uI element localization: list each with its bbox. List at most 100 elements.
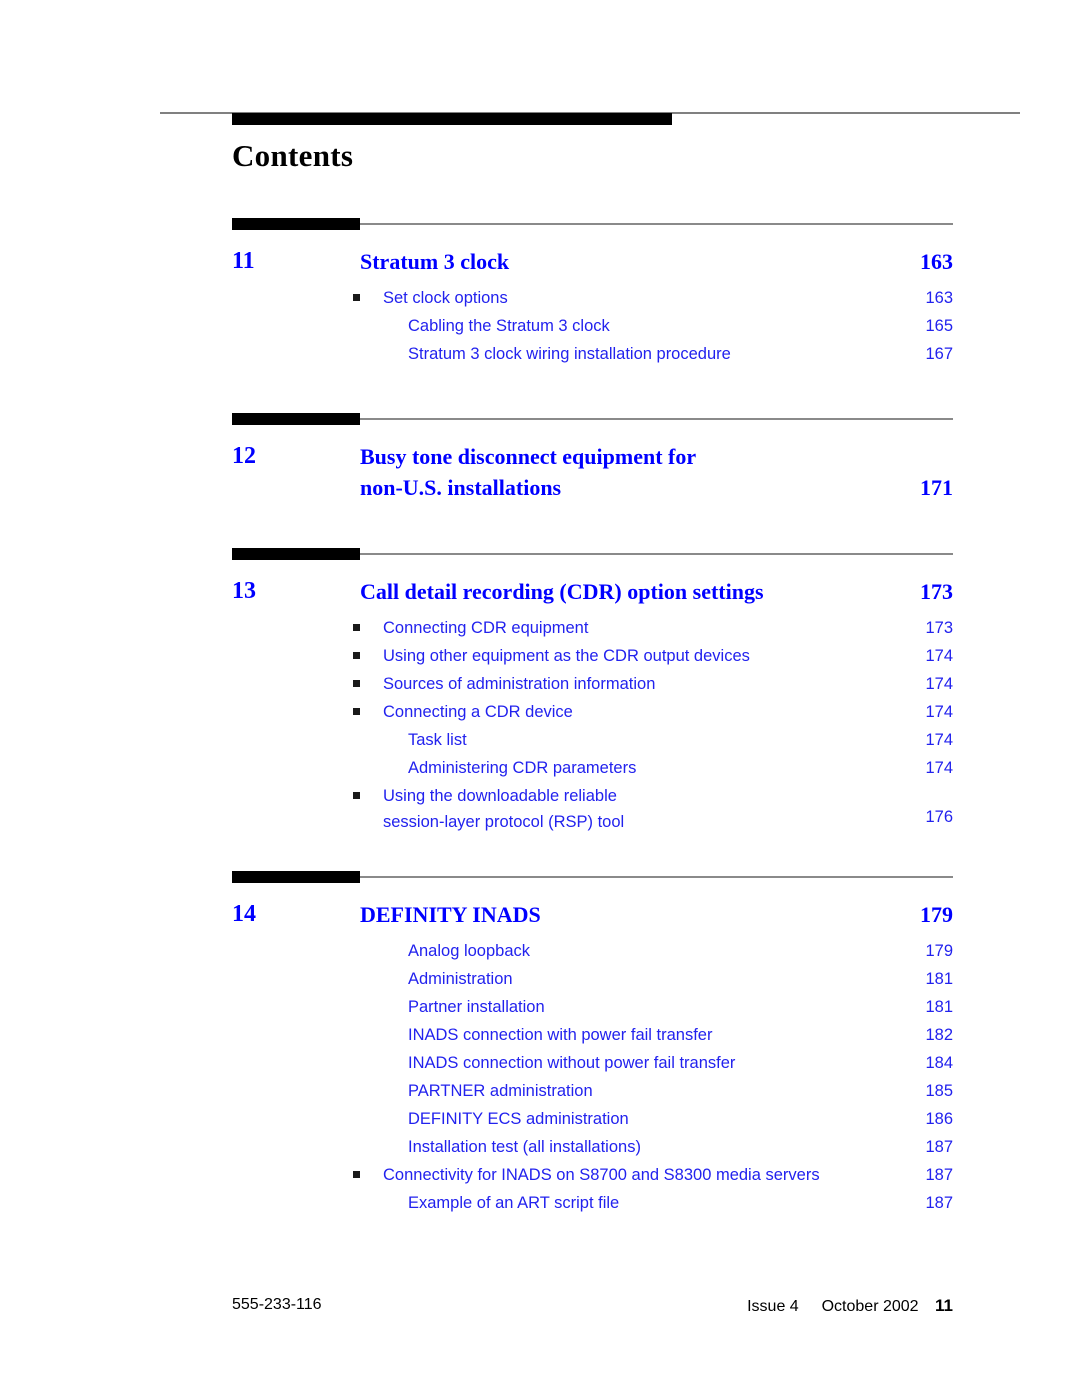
toc-entry[interactable]: Connecting a CDR device 174	[0, 699, 1080, 727]
toc-entry-label[interactable]: Connecting CDR equipment	[383, 615, 588, 641]
toc-entry[interactable]: Cabling the Stratum 3 clock 165	[0, 313, 1080, 341]
toc-entry-page-number: 176	[925, 808, 953, 826]
toc-entry-label[interactable]: Connecting a CDR device	[383, 699, 573, 725]
toc-entry[interactable]: Sources of administration information 174	[0, 671, 1080, 699]
toc-entry-page-number: 174	[925, 703, 953, 721]
toc-entry[interactable]: PARTNER administration 185	[0, 1078, 1080, 1106]
toc-entry[interactable]: Set clock options 163	[0, 285, 1080, 313]
entry-list: Set clock options 163 Cabling the Stratum …	[0, 285, 1080, 369]
bullet-square-icon	[353, 792, 360, 799]
section-rule-thick	[232, 871, 360, 883]
toc-entry[interactable]: Using the downloadable reliable session-…	[0, 783, 1080, 832]
toc-page: Contents 11 Stratum 3 clock 163 Set clock o…	[0, 0, 1080, 1397]
chapter-number: 12	[232, 443, 256, 469]
toc-entry[interactable]: Stratum 3 clock wiring installation proc…	[0, 341, 1080, 369]
toc-entry-label[interactable]: Stratum 3 clock wiring installation proc…	[408, 341, 731, 367]
chapter-block: 11 Stratum 3 clock 163 Set clock options 163…	[0, 218, 1080, 369]
toc-entry[interactable]: Connecting CDR equipment 173	[0, 615, 1080, 643]
footer-document-number: 555-233-116	[232, 1296, 322, 1313]
bullet-square-icon	[353, 624, 360, 631]
toc-entry-label[interactable]: Partner installation	[408, 994, 545, 1020]
chapter-page-number: 171	[920, 475, 953, 500]
chapter-title[interactable]: Stratum 3 clock	[360, 246, 880, 277]
toc-entry[interactable]: INADS connection without power fail tran…	[0, 1050, 1080, 1078]
section-rule	[0, 871, 1080, 885]
toc-entry-page-number: 186	[925, 1110, 953, 1128]
toc-entry-label[interactable]: Example of an ART script file	[408, 1190, 619, 1216]
toc-entry-page-number: 173	[925, 619, 953, 637]
toc-entry-label[interactable]: Installation test (all installations)	[408, 1134, 641, 1160]
toc-entry-page-number: 165	[925, 317, 953, 335]
toc-entry-label[interactable]: Cabling the Stratum 3 clock	[408, 313, 610, 339]
toc-entry-label[interactable]: Connectivity for INADS on S8700 and S830…	[383, 1162, 820, 1188]
toc-entry-page-number: 163	[925, 289, 953, 307]
chapter-heading[interactable]: 12 Busy tone disconnect equipment for non…	[0, 441, 1080, 511]
section-rule	[0, 413, 1080, 427]
chapter-block: 12 Busy tone disconnect equipment for non…	[0, 413, 1080, 511]
toc-entry[interactable]: Task list 174	[0, 727, 1080, 755]
toc-entry-label[interactable]: Using the downloadable reliable session-…	[383, 783, 624, 835]
toc-entry-label[interactable]: Analog loopback	[408, 938, 530, 964]
section-rule-thick	[232, 413, 360, 425]
toc-entry-page-number: 179	[925, 942, 953, 960]
toc-entry-page-number: 184	[925, 1054, 953, 1072]
toc-entry-label[interactable]: PARTNER administration	[408, 1078, 593, 1104]
page-title: Contents	[232, 138, 354, 173]
chapter-title[interactable]: Busy tone disconnect equipment for non-U…	[360, 441, 880, 503]
toc-entry-page-number: 187	[925, 1138, 953, 1156]
section-rule	[0, 218, 1080, 232]
bullet-square-icon	[353, 708, 360, 715]
toc-entry-label[interactable]: Using other equipment as the CDR output …	[383, 643, 750, 669]
chapter-title[interactable]: DEFINITY INADS	[360, 899, 880, 930]
header-black-bar	[232, 113, 672, 125]
toc-entry[interactable]: DEFINITY ECS administration 186	[0, 1106, 1080, 1134]
toc-entry[interactable]: Example of an ART script file 187	[0, 1190, 1080, 1218]
toc-entry-label[interactable]: INADS connection with power fail transfe…	[408, 1022, 712, 1048]
toc-entry-page-number: 181	[925, 998, 953, 1016]
toc-entry-page-number: 181	[925, 970, 953, 988]
toc-entry-page-number: 185	[925, 1082, 953, 1100]
chapter-page-number: 163	[920, 249, 953, 274]
chapter-heading[interactable]: 11 Stratum 3 clock 163	[0, 246, 1080, 285]
bullet-square-icon	[353, 680, 360, 687]
toc-entry-page-number: 167	[925, 345, 953, 363]
toc-entry[interactable]: Using other equipment as the CDR output …	[0, 643, 1080, 671]
chapter-title[interactable]: Call detail recording (CDR) option setti…	[360, 576, 880, 607]
toc-entry-label[interactable]: INADS connection without power fail tran…	[408, 1050, 735, 1076]
chapter-number: 11	[232, 248, 255, 274]
toc-entry-page-number: 187	[925, 1166, 953, 1184]
toc-entry-label[interactable]: Set clock options	[383, 285, 508, 311]
toc-entry[interactable]: Analog loopback 179	[0, 938, 1080, 966]
chapter-block: 13 Call detail recording (CDR) option set…	[0, 548, 1080, 832]
toc-entry-label[interactable]: Sources of administration information	[383, 671, 655, 697]
toc-entry-page-number: 174	[925, 731, 953, 749]
chapter-heading[interactable]: 13 Call detail recording (CDR) option set…	[0, 576, 1080, 615]
toc-entry-label[interactable]: Task list	[408, 727, 467, 753]
toc-entry[interactable]: Administration 181	[0, 966, 1080, 994]
chapter-page-number: 179	[920, 902, 953, 927]
toc-entry-page-number: 174	[925, 675, 953, 693]
section-rule-thick	[232, 548, 360, 560]
chapter-block: 14 DEFINITY INADS 179 Analog loopback 179 Adm…	[0, 871, 1080, 1218]
chapter-number: 13	[232, 578, 256, 604]
bullet-square-icon	[353, 294, 360, 301]
footer-issue: Issue 4	[747, 1298, 799, 1315]
toc-entry[interactable]: Partner installation 181	[0, 994, 1080, 1022]
section-rule-thick	[232, 218, 360, 230]
toc-entry-page-number: 182	[925, 1026, 953, 1044]
chapter-number: 14	[232, 901, 256, 927]
footer-issue-date: Issue 4 October 2002 11	[747, 1296, 953, 1316]
toc-entry-label[interactable]: DEFINITY ECS administration	[408, 1106, 629, 1132]
footer-folio: 11	[935, 1296, 953, 1315]
toc-entry[interactable]: Connectivity for INADS on S8700 and S830…	[0, 1162, 1080, 1190]
toc-entry[interactable]: Installation test (all installations) 187	[0, 1134, 1080, 1162]
toc-entry-label[interactable]: Administering CDR parameters	[408, 755, 636, 781]
chapter-heading[interactable]: 14 DEFINITY INADS 179	[0, 899, 1080, 938]
toc-entry-page-number: 187	[925, 1194, 953, 1212]
toc-entry[interactable]: INADS connection with power fail transfe…	[0, 1022, 1080, 1050]
toc-entry-label[interactable]: Administration	[408, 966, 513, 992]
bullet-square-icon	[353, 1171, 360, 1178]
section-rule	[0, 548, 1080, 562]
toc-entry[interactable]: Administering CDR parameters 174	[0, 755, 1080, 783]
footer-date: October 2002	[821, 1298, 919, 1315]
